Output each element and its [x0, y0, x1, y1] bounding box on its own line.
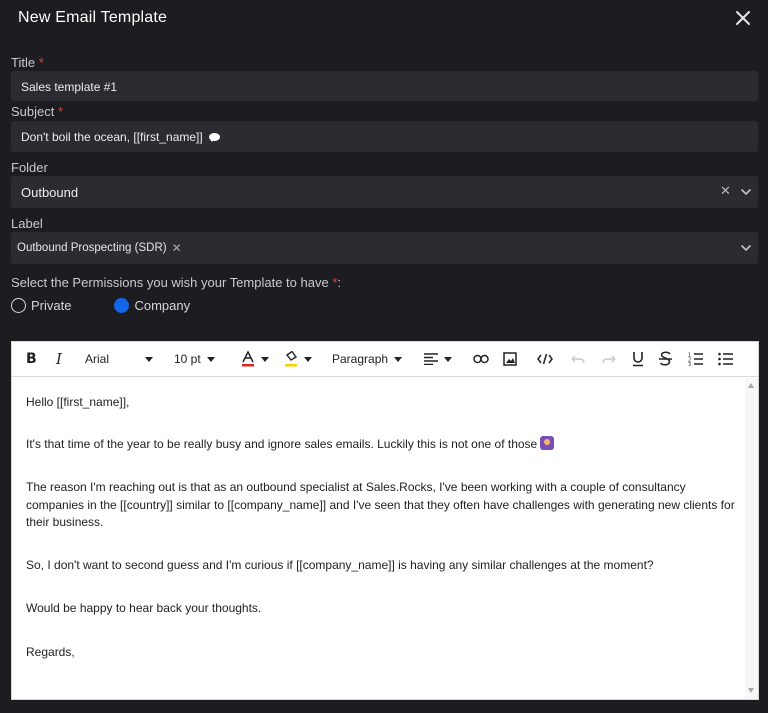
body-paragraph: Would be happy to hear back your thought…: [26, 601, 262, 615]
strikethrough-icon[interactable]: [659, 350, 672, 368]
title-label: Title *: [11, 55, 44, 70]
label-chip: Outbound Prospecting (SDR) ✕: [17, 238, 182, 258]
image-icon[interactable]: [503, 350, 517, 368]
font-size-dropdown[interactable]: 10 pt: [174, 350, 215, 368]
body-paragraph: It's that time of the year to be really …: [26, 436, 555, 454]
editor-content[interactable]: Hello [[first_name]], It's that time of …: [12, 378, 745, 699]
body-paragraph: Regards,: [26, 645, 75, 659]
dialog-header: New Email Template: [0, 0, 768, 40]
redo-icon[interactable]: [602, 350, 616, 368]
bullet-list-icon[interactable]: [718, 350, 733, 368]
title-input[interactable]: Sales template #1: [11, 71, 758, 101]
subject-label: Subject *: [11, 104, 64, 119]
svg-text:3: 3: [688, 362, 691, 366]
undo-icon[interactable]: [571, 350, 585, 368]
label-label: Label: [11, 216, 43, 231]
radio-company[interactable]: [114, 297, 130, 313]
subject-input[interactable]: Don't boil the ocean, [[first_name]]: [11, 121, 758, 152]
editor-toolbar: B I Arial 10 pt Paragraph 1 2 3: [12, 342, 758, 377]
font-family-dropdown[interactable]: Arial: [85, 350, 153, 368]
person-emoji-icon: [540, 436, 555, 450]
title-input-value: Sales template #1: [21, 80, 118, 94]
scroll-down-icon[interactable]: [748, 688, 754, 693]
remove-chip-icon[interactable]: ✕: [172, 241, 182, 255]
scroll-up-icon[interactable]: [748, 383, 754, 388]
new-email-template-dialog: New Email Template Title * Sales templat…: [0, 0, 768, 713]
block-format-dropdown[interactable]: Paragraph: [332, 350, 403, 368]
text-color-icon[interactable]: [241, 350, 269, 368]
permissions-radio-group: Private Company: [11, 297, 190, 313]
underline-icon[interactable]: [632, 350, 644, 368]
code-icon[interactable]: [537, 350, 553, 368]
permissions-prompt: Select the Permissions you wish your Tem…: [11, 275, 342, 290]
editor-scrollbar[interactable]: [745, 378, 758, 699]
numbered-list-icon[interactable]: 123: [688, 350, 703, 368]
subject-input-value: Don't boil the ocean, [[first_name]]: [21, 130, 220, 144]
body-paragraph: Hello [[first_name]],: [26, 395, 130, 409]
link-icon[interactable]: [473, 350, 489, 368]
close-icon[interactable]: [733, 8, 753, 28]
bold-icon[interactable]: B: [26, 350, 37, 368]
rich-text-editor: B I Arial 10 pt Paragraph 1 2 3 Hello [[…: [11, 341, 759, 700]
align-icon[interactable]: [424, 350, 452, 368]
radio-private-label: Private: [31, 297, 72, 313]
folder-label: Folder: [11, 160, 48, 175]
italic-icon[interactable]: I: [56, 350, 62, 368]
chevron-down-icon[interactable]: [740, 188, 752, 196]
radio-private[interactable]: [11, 297, 26, 313]
chevron-down-icon[interactable]: [740, 244, 752, 252]
radio-company-label: Company: [134, 297, 191, 313]
clear-folder-icon[interactable]: ✕: [720, 183, 731, 199]
folder-select-value: Outbound: [21, 185, 79, 200]
dialog-title: New Email Template: [18, 9, 168, 26]
label-select[interactable]: Outbound Prospecting (SDR) ✕: [11, 232, 758, 264]
folder-select[interactable]: Outbound ✕: [11, 176, 758, 208]
highlight-icon[interactable]: [284, 350, 312, 368]
speech-bubble-icon: [208, 133, 220, 142]
label-chip-text: Outbound Prospecting (SDR): [17, 242, 167, 254]
body-paragraph: So, I don't want to second guess and I'm…: [26, 558, 654, 572]
body-paragraph: The reason I'm reaching out is that as a…: [26, 480, 735, 529]
